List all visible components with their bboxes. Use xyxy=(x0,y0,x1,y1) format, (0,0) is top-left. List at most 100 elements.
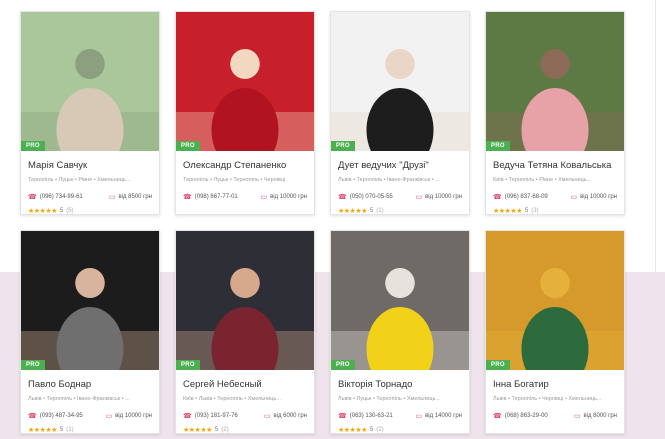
contacts-row: ☎ (068) 863-29-00 ▭ від 8000 грн xyxy=(493,412,617,420)
phone-contact[interactable]: ☎ (098) 667-77-01 xyxy=(183,193,238,201)
phone-contact[interactable]: ☎ (096) 734-99-61 xyxy=(28,193,83,201)
performer-name[interactable]: Павло Боднар xyxy=(28,379,152,390)
price-value: від 10000 грн xyxy=(115,413,152,419)
phone-contact[interactable]: ☎ (093) 487-34-95 xyxy=(28,412,83,420)
price-contact: ▭ від 10000 грн xyxy=(260,193,307,201)
performer-photo[interactable]: PRO xyxy=(21,12,159,151)
performer-photo[interactable]: PRO xyxy=(176,231,314,370)
price-value: від 10000 грн xyxy=(270,194,307,200)
photo-image xyxy=(176,231,314,370)
pro-badge: PRO xyxy=(21,141,45,151)
performer-cities: Тернопіль • Луцьк • Рівне • Хмельниць... xyxy=(28,177,131,183)
price-contact: ▭ від 14000 грн xyxy=(415,412,462,420)
card-info: Олександр Степаненко Тернопіль • Луцьк •… xyxy=(176,151,314,207)
price-contact: ▭ від 8000 грн xyxy=(574,412,617,420)
money-icon: ▭ xyxy=(573,413,581,420)
money-icon: ▭ xyxy=(260,194,268,201)
price-value: від 8000 грн xyxy=(583,413,617,419)
performer-photo[interactable]: PRO xyxy=(331,231,469,370)
performer-card[interactable]: PRO Олександр Степаненко Тернопіль • Луц… xyxy=(175,11,315,215)
star-rating-icon: ★★★★★ xyxy=(338,427,367,434)
price-value: від 8500 грн xyxy=(118,194,152,200)
phone-icon: ☎ xyxy=(183,194,192,201)
photo-image xyxy=(21,12,159,151)
photo-image xyxy=(486,231,624,370)
performer-name[interactable]: Марія Савчук xyxy=(28,160,152,171)
star-rating-icon: ★★★★★ xyxy=(493,208,522,215)
review-count: (1) xyxy=(66,427,74,433)
price-contact: ▭ від 6000 грн xyxy=(264,412,307,420)
phone-contact[interactable]: ☎ (096) 837-68-09 xyxy=(493,193,548,201)
photo-image xyxy=(331,231,469,370)
phone-number: (050) 070-05-55 xyxy=(349,194,393,200)
rating-value: 5 xyxy=(369,427,374,433)
card-info: Марія Савчук Тернопіль • Луцьк • Рівне •… xyxy=(21,151,159,214)
performer-photo[interactable]: PRO xyxy=(486,231,624,370)
pro-badge: PRO xyxy=(331,141,355,151)
pro-badge: PRO xyxy=(486,141,510,151)
pro-badge: PRO xyxy=(176,360,200,370)
page-right-edge xyxy=(655,0,665,272)
contacts-row: ☎ (096) 837-68-09 ▭ від 10000 грн xyxy=(493,193,617,201)
money-icon: ▭ xyxy=(105,413,113,420)
money-icon: ▭ xyxy=(415,413,423,420)
rating-row: ★★★★★ 5 (2) xyxy=(338,426,462,434)
performer-card[interactable]: PRO Павло Боднар Львів • Тернопіль • Іва… xyxy=(20,230,160,434)
money-icon: ▭ xyxy=(415,194,423,201)
performer-name[interactable]: Сергей Небесный xyxy=(183,379,307,390)
performer-card[interactable]: PRO Марія Савчук Тернопіль • Луцьк • Рів… xyxy=(20,11,160,215)
phone-contact[interactable]: ☎ (050) 070-05-55 xyxy=(338,193,393,201)
price-value: від 14000 грн xyxy=(425,413,462,419)
performer-name[interactable]: Олександр Степаненко xyxy=(183,160,307,171)
price-contact: ▭ від 10000 грн xyxy=(570,193,617,201)
phone-number: (068) 863-29-00 xyxy=(504,413,548,419)
photo-image xyxy=(486,12,624,151)
performer-card[interactable]: PRO Інна Богатир Львів • Тернопіль • Чер… xyxy=(485,230,625,434)
phone-number: (093) 487-34-95 xyxy=(39,413,83,419)
performer-cities: Львів • Тернопіль • Чернівці • Хмельниць… xyxy=(493,396,602,402)
pro-badge: PRO xyxy=(486,360,510,370)
photo-image xyxy=(21,231,159,370)
performer-cities: Львів • Тернопіль • Івано-Франківськ • .… xyxy=(338,177,440,183)
money-icon: ▭ xyxy=(108,194,116,201)
review-count: (1) xyxy=(376,208,384,214)
contacts-row: ☎ (098) 667-77-01 ▭ від 10000 грн xyxy=(183,193,307,201)
performer-card[interactable]: PRO Дует ведучих "Друзі" Львів • Тернопі… xyxy=(330,11,470,215)
review-count: (2) xyxy=(376,427,384,433)
phone-icon: ☎ xyxy=(493,413,502,420)
price-value: від 10000 грн xyxy=(580,194,617,200)
pro-badge: PRO xyxy=(176,141,200,151)
performer-name[interactable]: Вікторія Торнадо xyxy=(338,379,462,390)
star-rating-icon: ★★★★★ xyxy=(183,427,212,434)
phone-contact[interactable]: ☎ (068) 863-29-00 xyxy=(493,412,548,420)
performer-name[interactable]: Ведуча Тетяна Ковальська xyxy=(493,160,617,171)
rating-row: ★★★★★ 5 (1) xyxy=(28,426,152,433)
performer-card[interactable]: PRO Вікторія Торнадо Львів • Луцьк • Тер… xyxy=(330,230,470,434)
money-icon: ▭ xyxy=(263,413,271,420)
performer-photo[interactable]: PRO xyxy=(21,231,159,370)
price-contact: ▭ від 10000 грн xyxy=(415,193,462,201)
rating-row: ★★★★★ 5 (3) xyxy=(493,207,617,215)
rating-value: 5 xyxy=(369,208,374,214)
phone-contact[interactable]: ☎ (063) 130-63-21 xyxy=(338,412,393,420)
price-contact: ▭ від 8500 грн xyxy=(109,193,152,201)
performer-photo[interactable]: PRO xyxy=(331,12,469,151)
performer-photo[interactable]: PRO xyxy=(176,12,314,151)
performer-name[interactable]: Інна Богатир xyxy=(493,379,617,390)
performer-name[interactable]: Дует ведучих "Друзі" xyxy=(338,160,462,171)
performer-card[interactable]: PRO Ведуча Тетяна Ковальська Київ • Терн… xyxy=(485,11,625,215)
card-info: Сергей Небесный Київ • Львів • Тернопіль… xyxy=(176,370,314,434)
review-count: (3) xyxy=(531,208,539,214)
performer-cities: Київ • Тернопіль • Рівне • Хмельниць... xyxy=(493,177,592,183)
rating-value: 5 xyxy=(524,208,529,214)
phone-icon: ☎ xyxy=(183,413,192,420)
phone-icon: ☎ xyxy=(28,194,37,201)
performer-cities: Львів • Луцьк • Тернопіль • Хмельниць... xyxy=(338,396,440,402)
phone-contact[interactable]: ☎ (093) 181-97-76 xyxy=(183,412,238,420)
performer-photo[interactable]: PRO xyxy=(486,12,624,151)
performer-card[interactable]: PRO Сергей Небесный Київ • Львів • Терно… xyxy=(175,230,315,434)
review-count: (2) xyxy=(221,427,229,433)
rating-value: 5 xyxy=(59,208,64,214)
phone-number: (093) 181-97-76 xyxy=(194,413,238,419)
photo-image xyxy=(331,12,469,151)
